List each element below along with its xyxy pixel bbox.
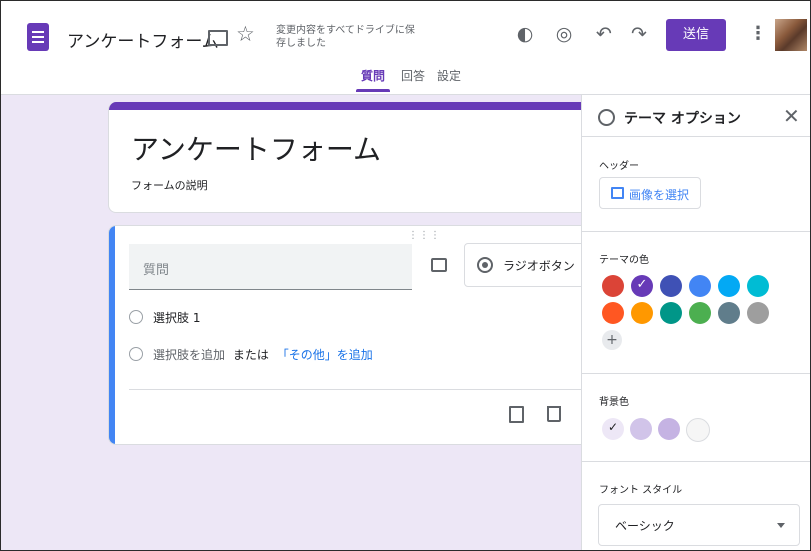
avatar[interactable]: [775, 19, 807, 51]
add-image-icon[interactable]: [431, 258, 447, 272]
theme-color-swatch[interactable]: [660, 302, 682, 324]
delete-icon[interactable]: [547, 406, 561, 422]
font-style-value: ベーシック: [615, 519, 675, 533]
active-card-indicator: [109, 226, 115, 444]
active-tab-indicator: [356, 89, 390, 92]
theme-color-swatch[interactable]: [602, 275, 624, 297]
undo-icon[interactable]: ↶: [590, 20, 618, 48]
google-forms-icon[interactable]: [27, 23, 49, 51]
image-icon: [611, 187, 624, 199]
preview-eye-icon[interactable]: ◎: [550, 20, 578, 48]
question-type-label: ラジオボタン: [503, 259, 575, 273]
theme-color-swatch[interactable]: [602, 302, 624, 324]
accent-bar: [109, 102, 589, 110]
radio-button-icon: [477, 257, 493, 273]
bg-color-swatch[interactable]: [630, 418, 652, 440]
theme-options-panel: テーマ オプション ✕ ヘッダー 画像を選択 テーマの色 + 背景色 フォント …: [581, 95, 810, 550]
theme-color-swatch[interactable]: [747, 275, 769, 297]
theme-color-swatch[interactable]: [718, 275, 740, 297]
theme-color-swatch[interactable]: [631, 302, 653, 324]
theme-color-swatch[interactable]: [718, 302, 740, 324]
palette-icon: [598, 109, 615, 126]
panel-title: テーマ オプション: [624, 111, 741, 127]
theme-color-swatch[interactable]: [660, 275, 682, 297]
star-icon[interactable]: ☆: [236, 22, 255, 46]
theme-color-label: テーマの色: [599, 255, 649, 266]
bg-color-label: 背景色: [599, 397, 629, 408]
question-type-select[interactable]: ラジオボタン: [464, 243, 589, 287]
tab-responses[interactable]: 回答: [401, 67, 425, 84]
bg-color-swatch[interactable]: [602, 418, 624, 440]
bg-color-swatch[interactable]: [686, 418, 710, 442]
redo-icon[interactable]: ↷: [625, 20, 653, 48]
theme-color-swatch[interactable]: [689, 302, 711, 324]
more-vert-icon[interactable]: ⋮: [749, 20, 767, 48]
question-placeholder: 質問: [143, 263, 170, 278]
palette-icon[interactable]: ◐: [511, 20, 539, 48]
tab-questions[interactable]: 質問: [361, 67, 385, 84]
theme-color-swatch[interactable]: [689, 275, 711, 297]
folder-icon[interactable]: [208, 30, 228, 46]
tab-settings[interactable]: 設定: [437, 67, 461, 84]
add-option-text: 選択肢を追加 または 「その他」を追加: [153, 346, 373, 363]
close-icon[interactable]: ✕: [783, 104, 800, 128]
save-status: 変更内容をすべてドライブに保存しました: [276, 25, 415, 49]
option-label[interactable]: 選択肢 1: [153, 309, 200, 326]
add-custom-color-icon[interactable]: +: [602, 330, 622, 350]
dropdown-arrow-icon: [777, 523, 785, 528]
form-description[interactable]: フォームの説明: [131, 177, 208, 193]
duplicate-icon[interactable]: [509, 406, 524, 423]
theme-color-swatch[interactable]: [747, 302, 769, 324]
select-image-label: 画像を選択: [629, 188, 690, 202]
select-image-button[interactable]: 画像を選択: [599, 177, 701, 209]
top-bar: アンケートフォーム ☆ 変更内容をすべてドライブに保存しました ◐ ◎ ↶ ↷ …: [1, 1, 810, 95]
document-title[interactable]: アンケートフォーム: [67, 27, 219, 52]
form-title-card: アンケートフォーム フォームの説明: [108, 102, 590, 213]
font-style-select[interactable]: ベーシック: [598, 504, 800, 546]
font-style-label: フォント スタイル: [599, 485, 683, 496]
add-option-link[interactable]: 選択肢を追加: [153, 348, 225, 362]
divider: [129, 389, 589, 390]
or-text: または: [232, 348, 269, 362]
send-button[interactable]: 送信: [666, 19, 726, 51]
form-title[interactable]: アンケートフォーム: [131, 128, 381, 168]
header-label: ヘッダー: [599, 161, 639, 172]
question-card: ⋮⋮⋮ 質問 ラジオボタン 選択肢 1 選択肢を追加 または 「その他」を追加: [108, 225, 590, 445]
question-input[interactable]: 質問: [129, 244, 412, 290]
forms-editor-window: アンケートフォーム ☆ 変更内容をすべてドライブに保存しました ◐ ◎ ↶ ↷ …: [0, 0, 811, 551]
bg-color-swatch[interactable]: [658, 418, 680, 440]
add-other-link[interactable]: 「その他」を追加: [277, 348, 373, 362]
radio-icon: [129, 347, 143, 361]
radio-icon: [129, 310, 143, 324]
theme-color-swatch[interactable]: [631, 275, 653, 297]
drag-handle-icon[interactable]: ⋮⋮⋮: [408, 230, 441, 241]
